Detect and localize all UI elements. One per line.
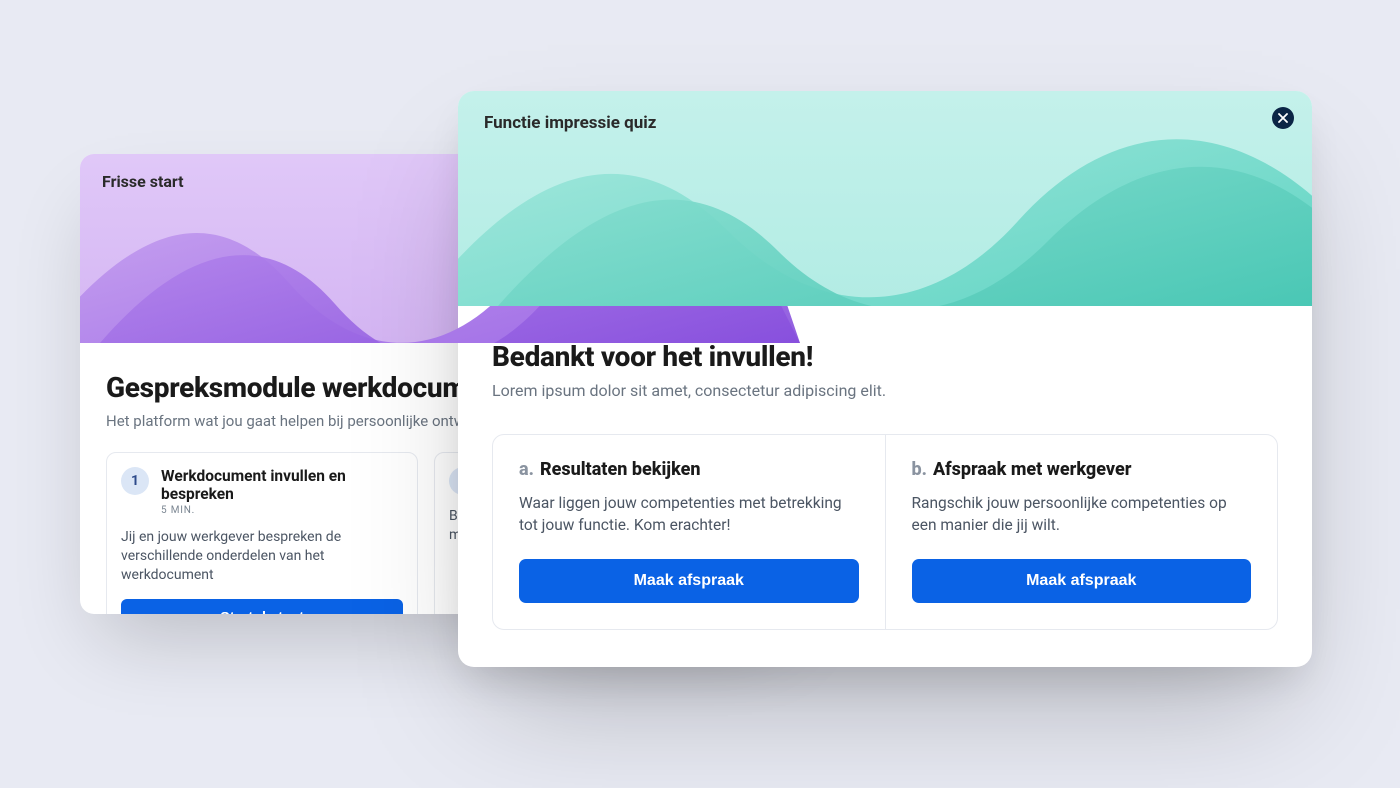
- front-card-body: Bedankt voor het invullen! Lorem ipsum d…: [458, 306, 1312, 660]
- option-title-text: Resultaten bekijken: [540, 459, 701, 480]
- step-duration: 5 MIN.: [161, 505, 403, 516]
- option-title-text: Afspraak met werkgever: [933, 459, 1132, 480]
- make-appointment-button-b[interactable]: Maak afspraak: [912, 559, 1252, 603]
- front-card-title: Bedankt voor het invullen!: [492, 340, 1278, 373]
- option-letter: a.: [519, 459, 534, 480]
- options-container: a. Resultaten bekijken Waar liggen jouw c…: [492, 434, 1278, 630]
- option-a: a. Resultaten bekijken Waar liggen jouw c…: [493, 435, 885, 629]
- step-card-1: 1 Werkdocument invullen en bespreken 5 M…: [106, 452, 418, 614]
- start-test-button[interactable]: Start de test: [121, 599, 403, 614]
- option-title: a. Resultaten bekijken: [519, 459, 859, 480]
- option-b: b. Afspraak met werkgever Rangschik jouw …: [885, 435, 1278, 629]
- close-icon: [1278, 113, 1288, 123]
- back-card-header-title: Frisse start: [102, 172, 778, 191]
- option-description: Rangschik jouw persoonlijke competenties…: [912, 492, 1252, 537]
- front-card-subtitle: Lorem ipsum dolor sit amet, consectetur …: [492, 381, 1278, 400]
- option-title: b. Afspraak met werkgever: [912, 459, 1252, 480]
- option-letter: b.: [912, 459, 927, 480]
- make-appointment-button-a[interactable]: Maak afspraak: [519, 559, 859, 603]
- step-description: Jij en jouw werkgever bespreken de versc…: [121, 528, 403, 585]
- front-card-header-title: Functie impressie quiz: [484, 113, 1286, 133]
- step-title: Werkdocument invullen en bespreken: [161, 467, 403, 503]
- step-number-badge: 1: [121, 467, 149, 495]
- front-card-header: Functie impressie quiz: [458, 91, 1312, 306]
- option-description: Waar liggen jouw competenties met betrek…: [519, 492, 859, 537]
- close-button[interactable]: [1272, 107, 1294, 129]
